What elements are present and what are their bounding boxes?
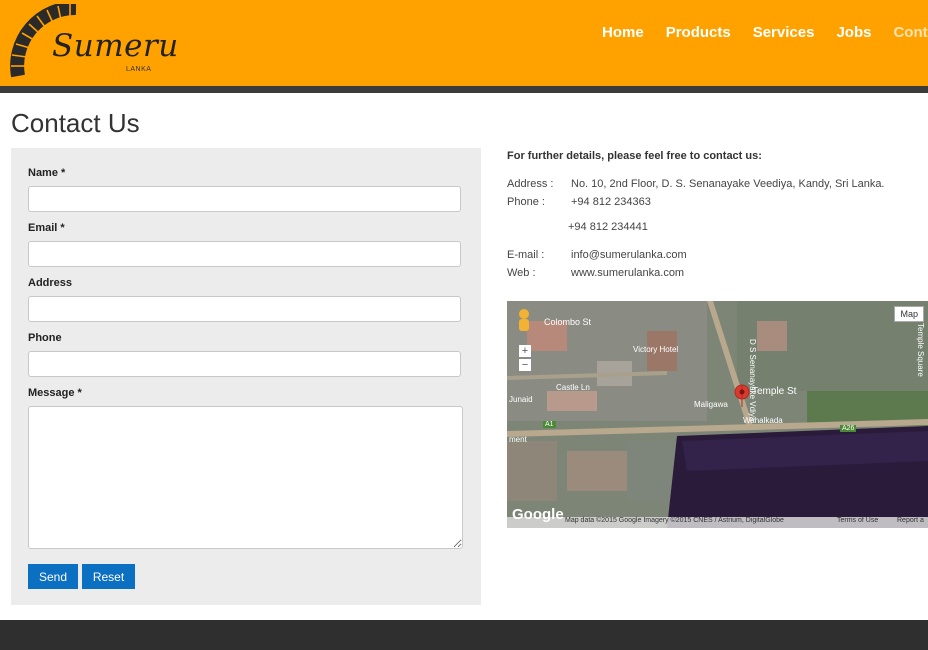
nav-home[interactable]: Home (602, 24, 644, 41)
email-label: Email * (28, 222, 65, 234)
map-label-temple: Temple St (752, 386, 797, 397)
address-key: Address : (507, 178, 554, 190)
map-label-castle: Castle Ln (556, 383, 590, 392)
location-map[interactable]: Colombo St Victory Hotel Castle Ln Templ… (507, 301, 928, 528)
zoom-in-button[interactable]: + (519, 345, 531, 357)
page-title: Contact Us (11, 108, 140, 138)
google-logo: Google (512, 506, 564, 523)
phone-value-2: +94 812 234441 (568, 221, 648, 233)
map-type-button[interactable]: Map (894, 306, 924, 322)
phone-label: Phone (28, 332, 62, 344)
address-field[interactable] (28, 296, 461, 322)
contact-form: Name * Email * Address Phone Message * S… (11, 148, 481, 605)
name-label: Name * (28, 167, 66, 179)
map-terms-link[interactable]: Terms of Use (837, 517, 878, 524)
phone-field[interactable] (28, 351, 461, 377)
message-field[interactable] (28, 406, 463, 549)
web-value[interactable]: www.sumerulanka.com (571, 267, 684, 279)
reset-button[interactable]: Reset (82, 564, 135, 589)
map-label-maligawa: Maligawa (694, 400, 728, 409)
address-label: Address (28, 277, 73, 289)
phone-key: Phone : (507, 196, 545, 208)
name-field[interactable] (28, 186, 461, 212)
phone-value-1: +94 812 234363 (571, 196, 651, 208)
map-label-temple-square: Temple Square (916, 323, 925, 377)
send-button[interactable]: Send (28, 564, 78, 589)
address-value: No. 10, 2nd Floor, D. S. Senanayake Veed… (571, 178, 885, 190)
contact-heading: For further details, please feel free to… (507, 150, 762, 162)
zoom-out-button[interactable]: − (519, 359, 531, 371)
main-nav: Home Products Services Jobs Cont (602, 24, 928, 42)
nav-products[interactable]: Products (666, 24, 731, 41)
map-label-dss: D S Senanayake Vdiya (748, 339, 757, 422)
map-label-hotel: Victory Hotel (633, 345, 679, 354)
nav-contact[interactable]: Cont (893, 24, 927, 41)
nav-jobs[interactable]: Jobs (836, 24, 871, 41)
map-label-a26: A26 (840, 425, 857, 432)
map-label-colombo: Colombo St (544, 317, 592, 327)
map-label-a1: A1 (543, 421, 556, 428)
map-attribution: Map data ©2015 Google Imagery ©2015 CNES… (565, 517, 784, 524)
map-report-link[interactable]: Report a (897, 517, 924, 524)
nav-services[interactable]: Services (753, 24, 815, 41)
email-field[interactable] (28, 241, 461, 267)
site-header: Sumeru LANKA Home Products Services Jobs Con… (0, 0, 928, 86)
logo-subtitle: LANKA (126, 66, 152, 73)
sumeru-logo[interactable]: Sumeru LANKA (10, 4, 178, 82)
map-imagery (507, 301, 928, 528)
map-label-junaid: Junaid (509, 395, 533, 404)
email-value[interactable]: info@sumerulanka.com (571, 249, 687, 261)
message-label: Message * (28, 387, 82, 399)
map-label-ment: ment (509, 435, 527, 444)
email-key: E-mail : (507, 249, 545, 261)
site-footer (0, 620, 928, 650)
web-key: Web : (507, 267, 536, 279)
logo-wordmark: Sumeru (52, 28, 179, 64)
header-divider (0, 86, 928, 93)
